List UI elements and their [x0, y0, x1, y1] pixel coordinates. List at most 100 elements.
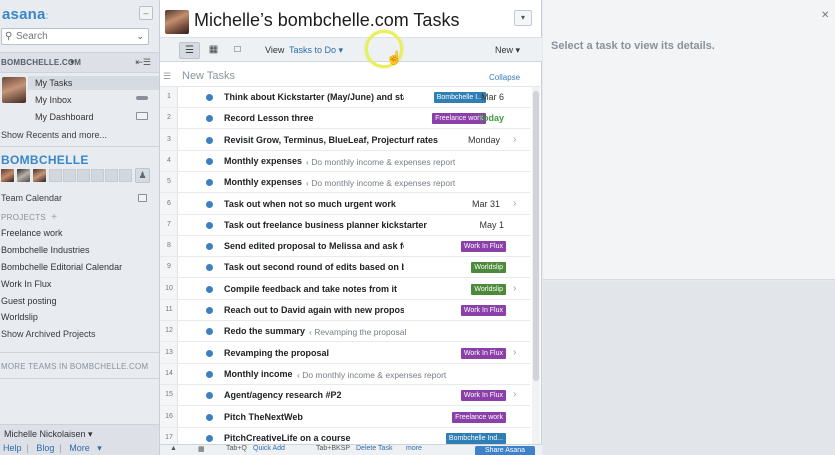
task-checkbox[interactable] — [206, 157, 213, 165]
task-name[interactable]: Revamping the proposal — [224, 348, 329, 358]
task-row[interactable]: 13 Revamping the proposal Work In Flux › — [160, 343, 530, 364]
more-teams-link[interactable]: MORE TEAMS IN BOMBCHELLE.COM — [1, 362, 148, 371]
task-name[interactable]: Think about Kickstarter (May/June) and s… — [224, 92, 404, 102]
due-date[interactable]: Mar 6 — [481, 92, 504, 102]
task-row[interactable]: 9 Task out second round of edits based on… — [160, 257, 530, 279]
task-name[interactable]: Pitch TheNextWeb — [224, 412, 303, 422]
minimize-icon[interactable]: – — [139, 6, 153, 20]
project-tag[interactable]: Worldslip — [471, 283, 506, 295]
task-checkbox[interactable] — [206, 307, 213, 314]
files-icon[interactable]: □ — [227, 42, 248, 59]
task-name[interactable]: Send edited proposal to Melissa and ask … — [224, 241, 404, 251]
chevron-right-icon[interactable]: › — [513, 347, 516, 358]
parent-task-link[interactable]: ‹ Do monthly income & expenses report — [297, 370, 446, 380]
task-checkbox[interactable] — [206, 136, 213, 144]
parent-task-link[interactable]: ‹ Do monthly income & expenses report — [306, 178, 455, 188]
task-row[interactable]: 6 Task out when not so much urgent work Ma… — [160, 194, 530, 215]
task-row[interactable]: 1 Think about Kickstarter (May/June) and … — [160, 87, 530, 108]
section-header[interactable]: ☰ New Tasks Collapse — [160, 64, 542, 87]
user-menu[interactable]: Michelle Nickolaisen ▾ — [4, 429, 93, 440]
project-link[interactable]: Bombchelle Editorial Calendar — [1, 262, 122, 272]
task-name[interactable]: PitchCreativeLife on a course — [224, 433, 351, 443]
share-button[interactable]: Share Asana — [475, 446, 535, 455]
task-name[interactable]: Monthly expenses — [224, 177, 302, 187]
parent-task-link[interactable]: ‹ Do monthly income & expenses report — [306, 157, 455, 167]
scrollbar[interactable] — [532, 87, 540, 445]
task-checkbox[interactable] — [206, 264, 213, 272]
scrollbar-thumb[interactable] — [533, 91, 539, 381]
task-row[interactable]: 14 Monthly income ‹ Do monthly income & ex… — [160, 364, 530, 385]
asana-logo[interactable]: asana: — [2, 6, 49, 23]
task-checkbox[interactable] — [206, 370, 213, 378]
task-name[interactable]: Reach out to David again with new propos… — [224, 305, 404, 315]
project-tag[interactable]: Work In Flux — [460, 305, 506, 316]
member-avatar[interactable] — [1, 169, 14, 182]
workspace-switcher[interactable]: BOMBCHELLE.COM ▾ ⇤☰ — [0, 52, 159, 73]
member-avatar[interactable] — [17, 169, 30, 182]
project-link[interactable]: Guest posting — [1, 296, 57, 306]
due-date[interactable]: May 1 — [479, 220, 504, 230]
task-row[interactable]: 8 Send edited proposal to Melissa and ask… — [160, 236, 530, 258]
blog-link[interactable]: Blog — [36, 443, 54, 453]
project-link[interactable]: Freelance work — [1, 228, 63, 238]
nav-my-inbox[interactable]: My Inbox — [35, 95, 72, 105]
task-row[interactable]: 15 Agent/agency research #P2 Work In Flux › — [160, 385, 530, 407]
list-icon[interactable]: ☰ — [179, 42, 200, 59]
calendar-icon[interactable]: ▦ — [198, 445, 205, 453]
project-tag[interactable]: Worldslip — [471, 262, 506, 274]
close-icon[interactable]: ✕ — [821, 10, 829, 21]
project-tag[interactable]: Work In Flux — [460, 390, 506, 402]
chevron-right-icon[interactable]: › — [513, 389, 516, 400]
new-button[interactable]: New ▾ — [495, 45, 520, 56]
due-date[interactable]: Monday — [468, 135, 500, 145]
collapse-link[interactable]: Collapse — [489, 73, 520, 82]
task-checkbox[interactable] — [206, 94, 213, 101]
show-recents-link[interactable]: Show Recents and more... — [1, 130, 107, 140]
chevron-right-icon[interactable]: › — [513, 283, 516, 294]
calendar-icon[interactable]: ▦ — [203, 42, 224, 59]
task-name[interactable]: Task out freelance business planner kick… — [224, 220, 427, 230]
task-name[interactable]: Revisit Grow, Terminus, BlueLeaf, Projec… — [224, 135, 438, 145]
task-row[interactable]: 3 Revisit Grow, Terminus, BlueLeaf, Proje… — [160, 130, 530, 151]
task-checkbox[interactable] — [206, 285, 213, 293]
project-link[interactable]: Work In Flux — [1, 279, 51, 289]
task-name[interactable]: Monthly income — [224, 369, 293, 379]
quick-add-link[interactable]: Quick Add — [253, 445, 285, 452]
task-checkbox[interactable] — [206, 200, 213, 208]
task-name[interactable]: Monthly expenses — [224, 156, 302, 166]
chevron-right-icon[interactable]: › — [513, 134, 516, 145]
task-checkbox[interactable] — [206, 179, 213, 187]
task-row[interactable]: 5 Monthly expenses ‹ Do monthly income & e… — [160, 172, 530, 194]
task-name[interactable]: Compile feedback and take notes from it — [224, 284, 397, 294]
nav-my-dashboard[interactable]: My Dashboard — [35, 112, 94, 122]
task-checkbox[interactable] — [206, 349, 213, 357]
task-row[interactable]: 2 Record Lesson three Freelance work Today — [160, 108, 530, 130]
task-checkbox[interactable] — [206, 413, 213, 421]
project-tag[interactable]: Work In Flux — [460, 347, 506, 359]
task-checkbox[interactable] — [206, 328, 213, 336]
title-menu-button[interactable]: ▾ — [514, 10, 532, 26]
hide-icon[interactable]: ▲ — [170, 445, 177, 452]
help-link[interactable]: Help — [3, 443, 22, 453]
project-tag[interactable]: Bombchelle Ind... — [445, 432, 506, 444]
task-row[interactable]: 10 Compile feedback and take notes from i… — [160, 279, 530, 300]
member-avatar[interactable] — [33, 169, 46, 182]
task-row[interactable]: 11 Reach out to David again with new prop… — [160, 300, 530, 321]
task-row[interactable]: 7 Task out freelance business planner kic… — [160, 215, 530, 236]
task-name[interactable]: Redo the summary — [224, 326, 305, 336]
chevron-down-icon[interactable]: ⌄ — [136, 31, 144, 42]
nav-my-tasks[interactable]: My Tasks — [35, 78, 72, 88]
task-row[interactable]: 16 Pitch TheNextWeb Freelance work — [160, 407, 530, 428]
task-row[interactable]: 12 Redo the summary ‹ Revamping the propos… — [160, 321, 530, 343]
task-name[interactable]: Task out when not so much urgent work — [224, 199, 396, 209]
task-name[interactable]: Task out second round of edits based on … — [224, 262, 404, 272]
task-checkbox[interactable] — [206, 243, 213, 251]
parent-task-link[interactable]: ‹ Revamping the proposal — [309, 327, 406, 337]
team-calendar-link[interactable]: Team Calendar — [1, 193, 62, 203]
task-checkbox[interactable] — [206, 221, 213, 229]
task-checkbox[interactable] — [206, 392, 213, 400]
project-tag[interactable]: Freelance work — [452, 411, 506, 423]
delete-task-link[interactable]: Delete Task — [356, 445, 392, 452]
task-name[interactable]: Agent/agency research #P2 — [224, 390, 342, 400]
search-box[interactable]: ⚲ ⌄ — [1, 28, 149, 45]
